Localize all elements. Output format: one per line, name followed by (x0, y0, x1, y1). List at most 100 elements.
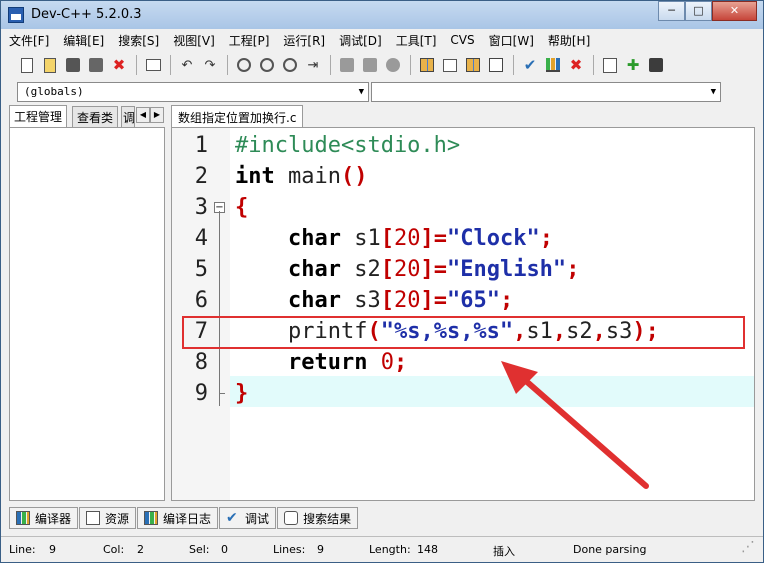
save-icon[interactable] (63, 55, 83, 75)
layout-icon[interactable] (486, 55, 506, 75)
close-button[interactable]: ✕ (712, 1, 757, 21)
code-symbol: } (235, 381, 249, 406)
find-icon[interactable] (234, 55, 254, 75)
line-number: 8 (194, 350, 208, 375)
code-identifier: s1 (340, 226, 381, 251)
status-line-label: Line: (9, 543, 36, 556)
editor-file-tab[interactable]: 数组指定位置加换行.c (171, 105, 304, 127)
chevron-down-icon: ▼ (358, 87, 364, 97)
code-line: 6 char s3[20]="65"; (172, 285, 754, 316)
replace-icon[interactable] (257, 55, 277, 75)
scroll-left-icon[interactable]: ◀ (136, 107, 150, 123)
tab-search-results[interactable]: 搜索结果 (277, 507, 359, 529)
code-symbol: ; (499, 288, 514, 313)
code-keyword: char (287, 257, 341, 282)
print-icon[interactable] (143, 55, 163, 75)
menu-tools[interactable]: 工具[T] (396, 32, 437, 49)
menu-run[interactable]: 运行[R] (283, 32, 325, 49)
line-number: 1 (194, 133, 208, 158)
new-file-icon[interactable] (17, 55, 37, 75)
code-string: "Clock" (446, 226, 540, 251)
project-options-icon[interactable] (463, 55, 483, 75)
code-symbol: ; (539, 226, 553, 251)
code-editor[interactable]: 1 #include<stdio.h> 2 int main() 3 − { 4… (171, 127, 755, 501)
code-identifier: s2 (340, 257, 381, 282)
menu-help[interactable]: 帮助[H] (548, 32, 590, 49)
tab-label: 编译器 (35, 511, 72, 526)
code-text: return 0; (235, 347, 407, 378)
goto-line-icon[interactable]: ⇥ (303, 55, 323, 75)
class-select-value: (globals) (24, 85, 84, 98)
line-number: 6 (194, 288, 208, 313)
resources-icon (86, 511, 101, 525)
toolbar-separator (593, 55, 594, 75)
status-length-value: 148 (417, 543, 438, 556)
run-icon[interactable] (543, 55, 563, 75)
stop-icon[interactable] (646, 55, 666, 75)
menu-view[interactable]: 视图[V] (173, 32, 215, 49)
tab-debug[interactable]: 调 (121, 106, 135, 127)
code-text: char s1[20]="Clock"; (235, 223, 553, 254)
menu-debug[interactable]: 调试[D] (339, 32, 382, 49)
tab-debug-output[interactable]: ✔ 调试 (219, 507, 277, 529)
minimize-button[interactable]: ─ (658, 1, 685, 21)
class-icon[interactable] (440, 55, 460, 75)
code-text: char s3[20]="65"; (235, 285, 513, 316)
tab-class-browser[interactable]: 查看类 (72, 106, 119, 127)
chevron-down-icon: ▼ (710, 87, 716, 97)
class-select[interactable]: (globals) ▼ (17, 82, 369, 102)
code-symbol: [ (380, 226, 394, 251)
status-insert-mode: 插入 (493, 545, 515, 558)
code-string: "English" (446, 257, 567, 282)
member-select[interactable]: ▼ (371, 82, 721, 102)
new-project-icon[interactable] (417, 55, 437, 75)
menu-bar: 文件[F] 编辑[E] 搜索[S] 视图[V] 工程[P] 运行[R] 调试[D… (1, 29, 763, 51)
menu-cvs[interactable]: CVS (450, 33, 474, 47)
resize-grip-icon[interactable]: ⋰ (741, 539, 755, 555)
add-to-project-icon[interactable]: ✚ (623, 55, 643, 75)
menu-edit[interactable]: 编辑[E] (63, 32, 104, 49)
code-string: "65" (446, 288, 500, 313)
toggle-bookmark-icon[interactable] (360, 55, 380, 75)
title-bar[interactable]: Dev-C++ 5.2.0.3 ─ □ ✕ (1, 1, 763, 29)
find-next-icon[interactable] (280, 55, 300, 75)
menu-project[interactable]: 工程[P] (229, 32, 270, 49)
open-icon[interactable] (40, 55, 60, 75)
tab-scroll-buttons: ◀ ▶ (136, 107, 164, 123)
bookmark-icon[interactable] (337, 55, 357, 75)
code-number: 20 (393, 226, 421, 251)
tab-compile-log[interactable]: 编译日志 (137, 507, 219, 529)
code-text: } (235, 378, 248, 409)
scroll-right-icon[interactable]: ▶ (150, 107, 164, 123)
close-file-icon[interactable]: ✖ (109, 55, 129, 75)
maximize-button[interactable]: □ (685, 1, 712, 21)
status-sel-label: Sel: (189, 543, 210, 556)
save-all-icon[interactable] (86, 55, 106, 75)
status-col-label: Col: (103, 543, 125, 556)
code-line: 1 #include<stdio.h> (172, 130, 754, 161)
project-pane (9, 127, 165, 501)
rebuild-icon[interactable]: ✖ (566, 55, 586, 75)
tab-compiler[interactable]: 编译器 (9, 507, 79, 529)
code-symbol: ; (566, 257, 580, 282)
menu-window[interactable]: 窗口[W] (489, 32, 534, 49)
status-line-value: 9 (49, 543, 56, 556)
undo-icon[interactable]: ↶ (177, 55, 197, 75)
menu-file[interactable]: 文件[F] (9, 32, 49, 49)
tab-resources[interactable]: 资源 (79, 507, 137, 529)
code-keyword: int (235, 164, 275, 189)
search-icon (284, 511, 299, 525)
code-keyword: char (287, 288, 341, 313)
code-text: { (235, 192, 248, 223)
bottom-tabs: 编译器 资源 编译日志 ✔ 调试 搜索结果 (9, 507, 359, 529)
status-col-value: 2 (137, 543, 144, 556)
indent-icon[interactable] (383, 55, 403, 75)
redo-icon[interactable]: ↷ (200, 55, 220, 75)
compile-icon[interactable]: ✔ (520, 55, 540, 75)
debug-icon[interactable] (600, 55, 620, 75)
annotation-highlight-box (182, 316, 745, 349)
menu-search[interactable]: 搜索[S] (118, 32, 159, 49)
compile-log-icon (144, 511, 159, 525)
code-text: int main() (235, 161, 367, 192)
tab-project-manager[interactable]: 工程管理 (9, 105, 68, 127)
